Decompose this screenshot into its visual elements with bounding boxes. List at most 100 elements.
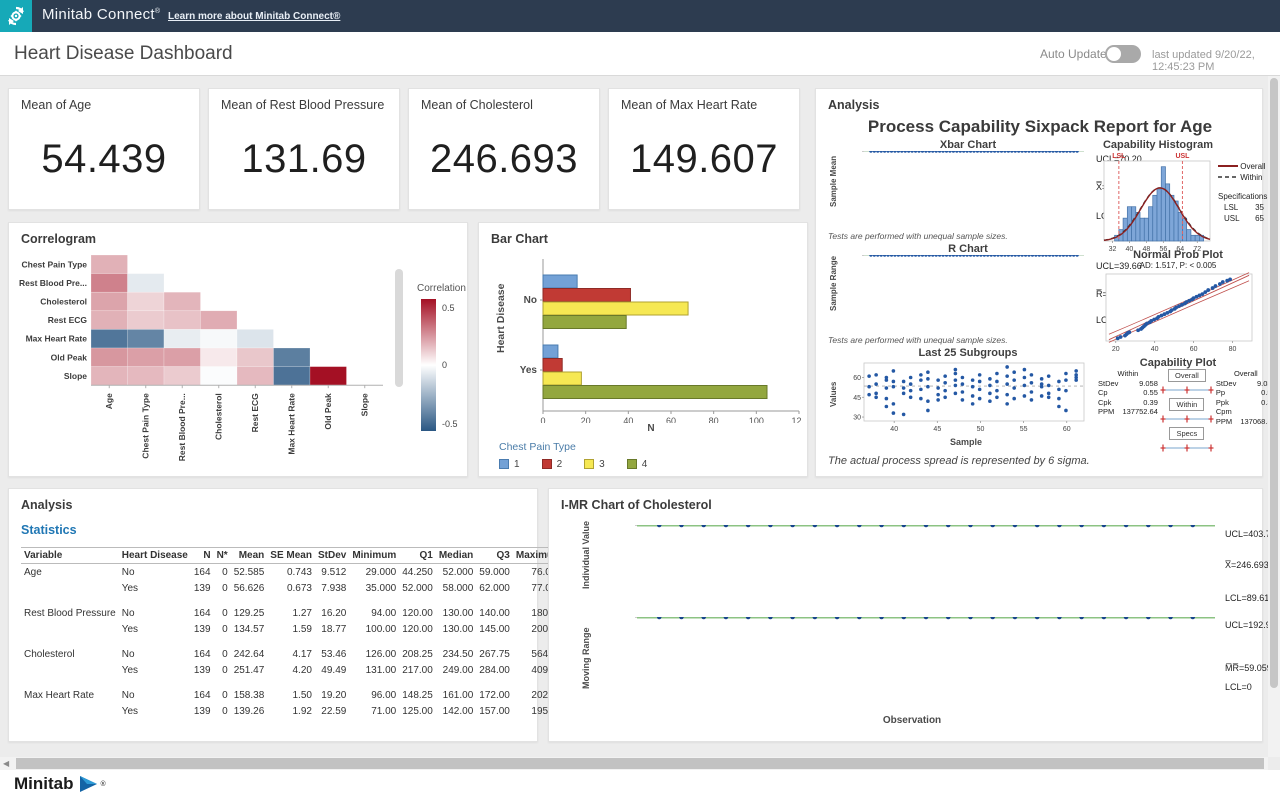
kpi-value: 54.439 bbox=[9, 137, 199, 182]
minitab-connect-logo[interactable] bbox=[0, 0, 32, 32]
svg-text:Cholesterol: Cholesterol bbox=[40, 297, 87, 307]
bar-legend: 1234 bbox=[499, 456, 669, 474]
within-line-icon bbox=[1218, 174, 1238, 180]
capability-interval bbox=[1160, 411, 1214, 427]
svg-text:80: 80 bbox=[1229, 346, 1237, 353]
svg-text:25: 25 bbox=[949, 255, 957, 257]
kpi-title: Mean of Max Heart Rate bbox=[621, 98, 757, 112]
toggle-knob bbox=[1107, 47, 1121, 61]
vertical-scrollbar-thumb[interactable] bbox=[1270, 78, 1278, 688]
svg-text:LSL: LSL bbox=[1112, 153, 1126, 160]
svg-text:279: 279 bbox=[653, 617, 667, 619]
svg-text:Yes: Yes bbox=[520, 365, 538, 376]
brand-title: Minitab Connect® bbox=[42, 6, 160, 23]
learn-more-link[interactable]: Learn more about Minitab Connect® bbox=[168, 11, 340, 22]
analysis-panel-title: Analysis bbox=[828, 98, 879, 112]
imr-i-center: X̅=246.693 bbox=[1225, 560, 1269, 570]
minitab-chevron-icon bbox=[79, 775, 101, 793]
normal-prob-plot-title: Normal Prob Plot bbox=[1098, 249, 1258, 261]
legend-swatch bbox=[584, 459, 594, 469]
sixpack-report-title: Process Capability Sixpack Report for Ag… bbox=[816, 117, 1264, 137]
capability-interval bbox=[1160, 440, 1214, 456]
capability-plot: WithinStDev9.058Cp0.55Cpk0.39PPM137752.6… bbox=[1096, 369, 1261, 456]
svg-text:25: 25 bbox=[949, 151, 957, 153]
kpi-value: 131.69 bbox=[209, 137, 399, 182]
svg-text:Old Peak: Old Peak bbox=[51, 352, 88, 362]
svg-text:295: 295 bbox=[1008, 617, 1022, 619]
svg-text:60: 60 bbox=[1190, 346, 1198, 353]
histogram-legend: Overall Within Specifications LSL35USL65 bbox=[1218, 161, 1267, 224]
legend-tick: -0.5 bbox=[442, 419, 458, 429]
sixpack-footer-note: The actual process spread is represented… bbox=[828, 455, 1090, 467]
stats-panel-title: Analysis bbox=[21, 498, 72, 512]
svg-text:61: 61 bbox=[1073, 255, 1081, 257]
svg-text:55: 55 bbox=[1020, 426, 1028, 433]
svg-text:400: 400 bbox=[621, 525, 635, 527]
svg-text:200: 200 bbox=[621, 617, 635, 619]
vertical-scrollbar[interactable] bbox=[1268, 76, 1280, 757]
svg-text:80: 80 bbox=[709, 416, 719, 423]
svg-text:31: 31 bbox=[970, 255, 978, 257]
svg-text:45: 45 bbox=[933, 426, 941, 433]
auto-update-label: Auto Update bbox=[1040, 47, 1107, 61]
svg-text:Rest ECG: Rest ECG bbox=[250, 393, 260, 433]
dashboard-body: Mean of Age 54.439 Mean of Rest Blood Pr… bbox=[0, 76, 1280, 770]
xbar-note: Tests are performed with unequal sample … bbox=[828, 231, 1008, 241]
legend-tick: 0.5 bbox=[442, 303, 455, 313]
stats-subtitle[interactable]: Statistics bbox=[21, 523, 77, 537]
sync-gear-icon bbox=[4, 4, 28, 28]
kpi-title: Mean of Rest Blood Pressure bbox=[221, 98, 384, 112]
footer-brand-text: Minitab bbox=[14, 774, 74, 794]
horizontal-scrollbar-thumb[interactable] bbox=[16, 758, 1264, 769]
correlation-legend-gradient bbox=[421, 299, 436, 431]
svg-text:1: 1 bbox=[869, 151, 873, 153]
bar-chart-title: Bar Chart bbox=[491, 232, 548, 246]
auto-update-toggle[interactable] bbox=[1105, 45, 1141, 63]
correlation-legend-title: Correlation bbox=[417, 283, 466, 294]
sixpack-analysis-panel: Analysis Process Capability Sixpack Repo… bbox=[815, 88, 1263, 477]
svg-text:19: 19 bbox=[929, 151, 937, 153]
svg-text:60: 60 bbox=[666, 416, 676, 423]
svg-text:55: 55 bbox=[1053, 151, 1061, 153]
svg-text:120: 120 bbox=[791, 416, 801, 423]
svg-text:20: 20 bbox=[1112, 346, 1120, 353]
svg-text:20: 20 bbox=[581, 416, 591, 423]
capability-histogram-plot: LSLUSL324048566472 bbox=[1098, 149, 1216, 253]
imr-i-y-label: Individual Value bbox=[581, 521, 591, 589]
legend-swatch bbox=[627, 459, 637, 469]
correlogram-scrollbar-thumb[interactable] bbox=[395, 269, 403, 387]
svg-text:0: 0 bbox=[540, 416, 545, 423]
statistics-table: VariableHeart DiseaseNN*MeanSE MeanStDev… bbox=[21, 547, 565, 719]
xbar-chart-title: Xbar Chart bbox=[846, 139, 1090, 151]
svg-text:60: 60 bbox=[1063, 426, 1071, 433]
imr-x-label: Observation bbox=[605, 715, 1219, 726]
svg-text:USL: USL bbox=[1175, 153, 1190, 160]
svg-text:55: 55 bbox=[1053, 255, 1061, 257]
correlogram-heatmap: Chest Pain TypeRest Blood Pre...Choleste… bbox=[13, 249, 391, 471]
kpi-card-mean-max-hr: Mean of Max Heart Rate 149.607 bbox=[608, 88, 800, 210]
stats-row: AgeNo164052.5850.7439.51229.00044.25052.… bbox=[21, 564, 565, 581]
horizontal-scrollbar[interactable]: ◀ bbox=[0, 757, 1268, 770]
svg-text:31: 31 bbox=[970, 151, 978, 153]
svg-text:37: 37 bbox=[991, 151, 999, 153]
svg-text:291: 291 bbox=[919, 617, 933, 619]
xbar-y-label: Sample Mean bbox=[829, 156, 838, 207]
imr-panel: I-MR Chart of Cholesterol Individual Val… bbox=[548, 488, 1263, 742]
kpi-title: Mean of Cholesterol bbox=[421, 98, 533, 112]
svg-text:13: 13 bbox=[908, 151, 916, 153]
kpi-title: Mean of Age bbox=[21, 98, 91, 112]
footer-reg-mark: ® bbox=[101, 781, 106, 788]
overall-line-icon bbox=[1218, 163, 1238, 169]
r-chart-title: R Chart bbox=[846, 243, 1090, 255]
svg-text:293: 293 bbox=[964, 617, 978, 619]
last25-title: Last 25 Subgroups bbox=[846, 347, 1090, 359]
spec-row: USL65 bbox=[1218, 213, 1264, 224]
svg-text:61: 61 bbox=[1073, 151, 1081, 153]
stats-row: Rest Blood PressureNo1640129.251.2716.20… bbox=[21, 605, 565, 621]
svg-text:285: 285 bbox=[786, 617, 800, 619]
svg-text:No: No bbox=[524, 295, 537, 306]
svg-text:37: 37 bbox=[991, 255, 999, 257]
svg-text:19: 19 bbox=[929, 255, 937, 257]
svg-text:Slope: Slope bbox=[360, 393, 370, 416]
scroll-left-arrow-icon[interactable]: ◀ bbox=[3, 759, 9, 768]
